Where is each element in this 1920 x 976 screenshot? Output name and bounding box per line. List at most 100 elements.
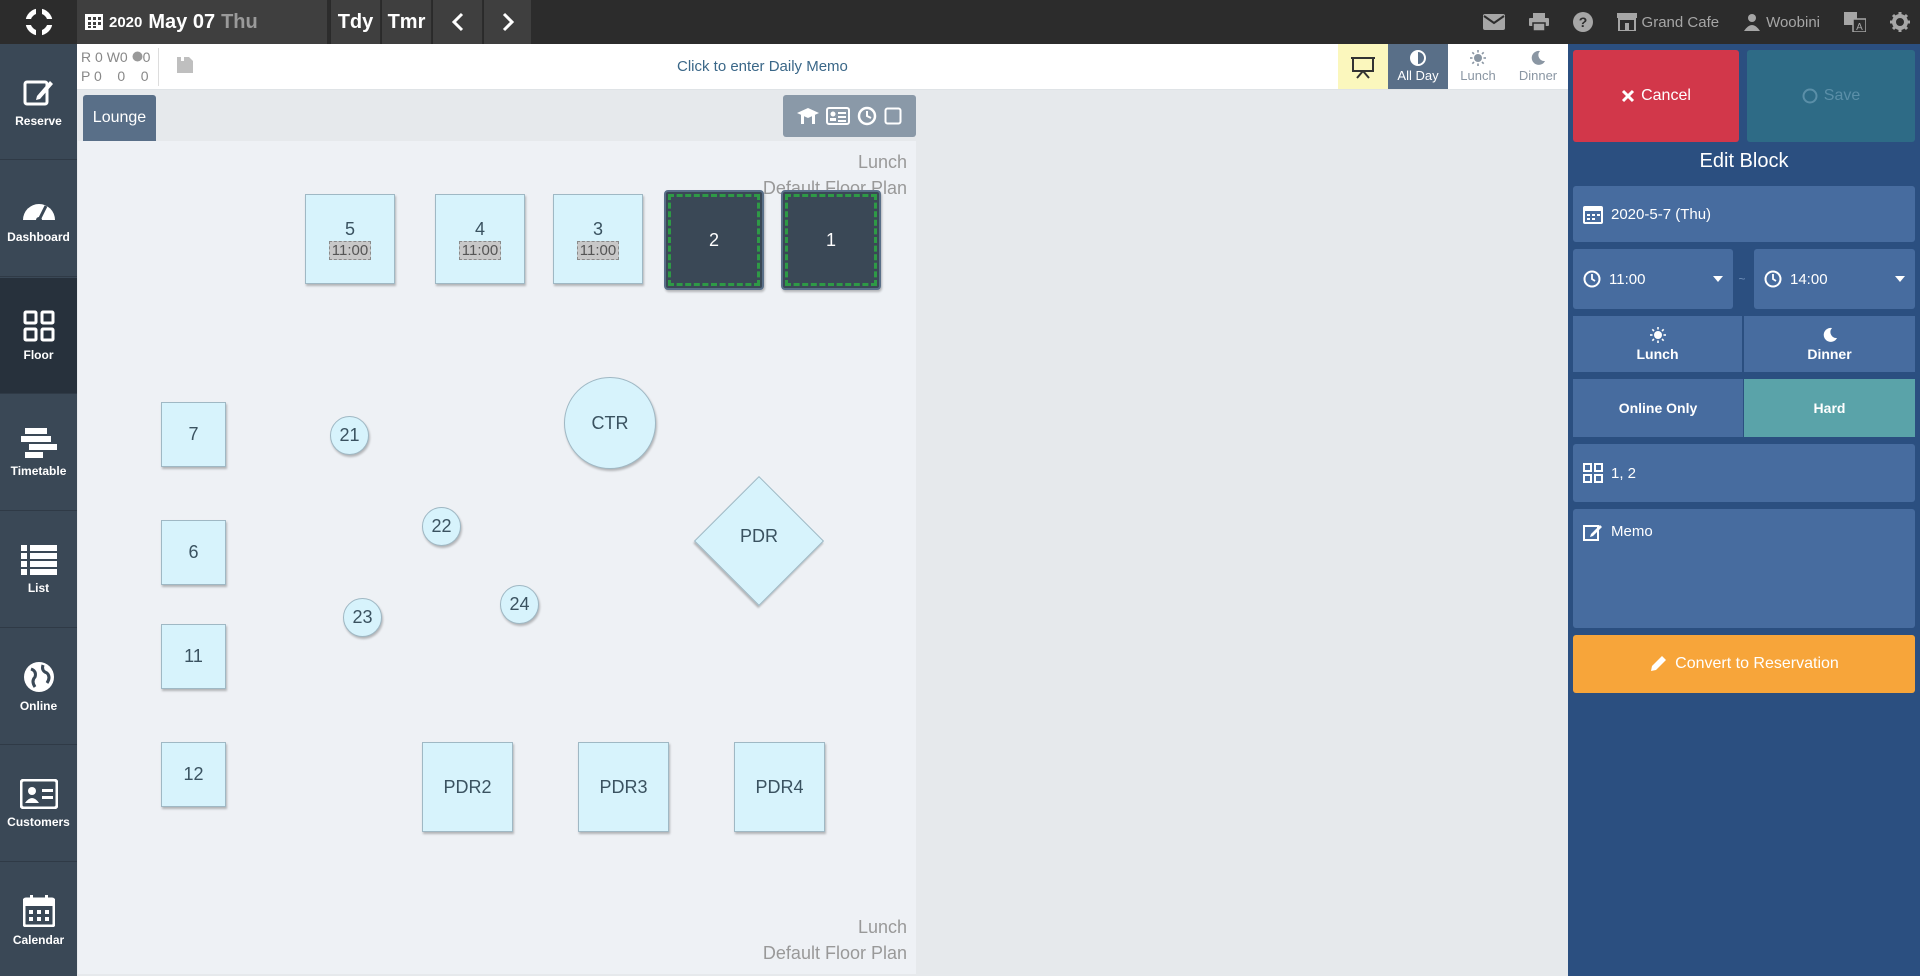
tab-lounge[interactable]: Lounge (83, 95, 156, 141)
floor-plan-name: Default Floor Plan (762, 943, 907, 963)
block-date-field[interactable]: 2020-5-7 (Thu) (1573, 186, 1915, 242)
table-7[interactable]: 7 (161, 402, 226, 467)
stat-r-label: R (81, 49, 92, 65)
gauge-icon (22, 203, 55, 223)
convert-label: Convert to Reservation (1675, 655, 1839, 672)
stat-w-count: 0 (119, 49, 128, 65)
sidebar-item-timetable[interactable]: Timetable (0, 395, 77, 511)
view-lunch-button[interactable]: Lunch (1448, 44, 1508, 89)
mail-button[interactable] (1482, 14, 1505, 30)
block-memo-textarea[interactable]: Memo (1573, 509, 1915, 628)
sidebar-label: Online (19, 698, 58, 713)
table-2-blocked[interactable]: 2 (664, 190, 764, 290)
clock-icon[interactable] (857, 106, 877, 126)
table-name: PDR2 (443, 776, 492, 797)
session-dinner-button[interactable]: Dinner (1744, 316, 1915, 372)
sidebar-label: Reserve (15, 113, 62, 128)
today-button[interactable]: Tdy (330, 0, 380, 44)
start-time-value: 11:00 (1609, 270, 1646, 288)
table-5[interactable]: 5 11:00 (305, 194, 395, 284)
panel-title: Edit Block (1699, 150, 1789, 172)
presentation-mode-button[interactable] (1338, 44, 1388, 89)
table-1-blocked[interactable]: 1 (781, 190, 881, 290)
date-weekday: Thu (221, 10, 258, 33)
session-lunch-button[interactable]: Lunch (1573, 316, 1743, 372)
language-button[interactable]: A (1844, 12, 1866, 32)
table-3[interactable]: 3 11:00 (553, 194, 643, 284)
question-circle-icon: ? (1572, 12, 1593, 32)
user-icon (1744, 14, 1761, 31)
sidebar-item-reserve[interactable]: Reserve (0, 44, 77, 160)
printer-icon (1528, 13, 1549, 31)
table-name: 2 (708, 229, 719, 250)
help-button[interactable]: ? (1572, 12, 1593, 32)
sidebar-item-customers[interactable]: Customers (0, 746, 77, 862)
restaurant-selector[interactable]: Grand Cafe (1616, 13, 1719, 31)
table-pdr4[interactable]: PDR4 (734, 742, 825, 832)
save-button[interactable]: Save (1747, 50, 1915, 142)
table-23[interactable]: 23 (343, 598, 382, 637)
edit-block-panel: Cancel Save Edit Block 2020-5-7 (Thu) 11… (1568, 44, 1920, 976)
store-icon (1616, 13, 1637, 31)
view-label: Dinner (1518, 68, 1558, 83)
prev-day-button[interactable] (432, 0, 482, 44)
settings-button[interactable] (1890, 12, 1910, 32)
table-ctr[interactable]: CTR (564, 377, 656, 469)
table-24[interactable]: 24 (500, 585, 539, 624)
top-bar: 2020 May 07 Thu Tdy Tmr ? Grand Cafe Woo… (0, 0, 1920, 44)
next-day-button[interactable] (483, 0, 531, 44)
convert-to-reservation-button[interactable]: Convert to Reservation (1573, 635, 1915, 693)
table-6[interactable]: 6 (161, 520, 226, 585)
view-all-day-button[interactable]: All Day (1388, 44, 1448, 89)
cancel-button[interactable]: Cancel (1573, 50, 1739, 142)
table-11[interactable]: 11 (161, 624, 226, 689)
session-label: Lunch (1636, 345, 1679, 362)
end-time-select[interactable]: 14:00 (1754, 249, 1915, 309)
table-21[interactable]: 21 (330, 416, 369, 455)
graduation-cap-icon[interactable] (796, 107, 819, 125)
table-name: 4 (474, 218, 485, 239)
app-logo-icon[interactable] (0, 0, 77, 44)
stat-online-count: 0 (142, 49, 151, 65)
online-only-toggle[interactable]: Online Only (1573, 379, 1743, 437)
tomorrow-button[interactable]: Tmr (381, 0, 431, 44)
chevron-right-icon (502, 12, 514, 32)
svg-text:A: A (1856, 22, 1863, 32)
stat-p1: 0 (93, 68, 102, 84)
customer-card-icon (19, 778, 58, 809)
table-pdr2[interactable]: PDR2 (422, 742, 513, 832)
start-time-select[interactable]: 11:00 (1573, 249, 1733, 309)
table-22[interactable]: 22 (422, 507, 461, 546)
print-button[interactable] (1528, 13, 1549, 31)
sidebar-label: Calendar (12, 932, 65, 947)
table-name: PDR3 (599, 776, 648, 797)
time-separator: ~ (1738, 272, 1746, 286)
moon-icon (1823, 327, 1837, 342)
id-card-icon[interactable] (825, 107, 850, 125)
daily-memo-input[interactable]: Click to enter Daily Memo (677, 58, 848, 75)
sidebar-item-list[interactable]: List (0, 512, 77, 628)
table-name: 5 (344, 218, 355, 239)
block-tables-field[interactable]: 1, 2 (1573, 444, 1915, 502)
reservation-stats: R 0 W0 0 P 0 0 0 (81, 48, 160, 86)
sidebar-item-dashboard[interactable]: Dashboard (0, 161, 77, 277)
table-pdr3[interactable]: PDR3 (578, 742, 669, 832)
table-4[interactable]: 4 11:00 (435, 194, 525, 284)
hard-block-toggle[interactable]: Hard (1744, 379, 1915, 437)
memo-note-icon[interactable] (175, 53, 195, 78)
sidebar-item-floor[interactable]: Floor (0, 278, 77, 394)
table-name: 11 (184, 646, 203, 666)
table-12[interactable]: 12 (161, 742, 226, 807)
gear-icon (1890, 12, 1910, 32)
view-dinner-button[interactable]: Dinner (1508, 44, 1568, 89)
sidebar-item-online[interactable]: Online (0, 629, 77, 745)
sidebar-label: Timetable (10, 463, 67, 478)
square-outline-icon[interactable] (884, 107, 902, 125)
user-menu[interactable]: Woobini (1743, 13, 1820, 31)
date-month-day: May 07 (148, 10, 216, 33)
sidebar-item-calendar[interactable]: Calendar (0, 863, 77, 976)
floor-label-bottom: Lunch Default Floor Plan (763, 914, 907, 966)
table-name: 6 (188, 542, 199, 562)
date-picker[interactable]: 2020 May 07 Thu (77, 0, 327, 44)
sidebar-label: Dashboard (7, 229, 70, 244)
